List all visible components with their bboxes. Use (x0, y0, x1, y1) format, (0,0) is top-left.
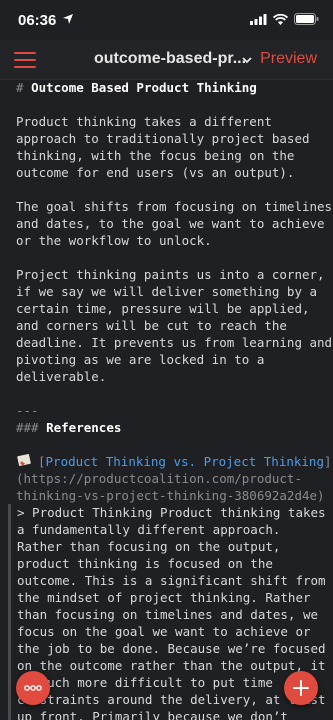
heading-mark: # (16, 80, 32, 95)
chevron-down-icon[interactable] (242, 56, 252, 64)
reference-url-line[interactable]: (https://productcoalition.com/product- (16, 470, 317, 487)
quote-line: the mindset of project thinking. Rather (17, 590, 311, 605)
more-dots-icon (24, 685, 42, 691)
paragraph-line: certain time, pressure will be applied, (16, 301, 310, 316)
paragraph-line: thinking, with the focus being on the (16, 148, 295, 163)
quote-line: Rather than focusing on the output, (17, 539, 281, 554)
paragraph-line: or the workflow to unlock. (16, 233, 212, 248)
link-bracket: [ (38, 454, 46, 469)
preview-button[interactable]: Preview (260, 50, 317, 68)
horizontal-rule: --- (16, 403, 39, 418)
reference-link[interactable]: Product Thinking vs. Project Thinking (46, 454, 324, 469)
hamburger-icon (14, 52, 36, 54)
status-icons (250, 13, 319, 25)
paragraph-line: The goal shifts from focusing on timelin… (16, 199, 333, 214)
quote-line: constraints around the delivery, at leas… (17, 692, 326, 707)
location-arrow-icon (63, 14, 73, 24)
paragraph-line: Product thinking takes a different (16, 114, 272, 129)
link-bracket: ] (323, 454, 332, 469)
quote-line: outcome. This is a significant shift fro… (17, 573, 326, 588)
status-bar: 06:36 (0, 0, 333, 40)
nav-bar: outcome-based-pr... Preview (0, 40, 333, 80)
paragraph-line: and dates, to the goal we want to achiev… (16, 216, 325, 231)
signal-icon (250, 13, 267, 25)
heading-3: ### References (16, 419, 317, 436)
heading-mark: ### (16, 420, 47, 435)
quote-line: is much more difficult to put time (17, 675, 273, 690)
paragraph-line: Project thinking paints us into a corner… (16, 267, 325, 282)
more-button[interactable] (16, 671, 50, 705)
heading-text: Outcome Based Product Thinking (31, 80, 257, 95)
bookmark-ribbon-icon (17, 454, 31, 466)
wifi-icon (273, 13, 288, 25)
plus-icon (293, 680, 309, 696)
quote-line: on the outcome rather than the output, i… (17, 658, 326, 673)
quote-line: > Product Thinking Product thinking take… (17, 505, 326, 520)
status-time: 06:36 (18, 12, 57, 29)
heading-text: References (46, 420, 122, 435)
quote-line: a fundamentally different approach. (17, 522, 281, 537)
quote-line: product thinking is focused on the (17, 556, 273, 571)
paragraph-line: deliverable. (16, 369, 107, 384)
battery-icon (294, 13, 319, 25)
paragraph-line: approach to traditionally project based (16, 131, 310, 146)
heading-1: # Outcome Based Product Thinking (16, 80, 317, 96)
blockquote: > Product Thinking Product thinking take… (8, 504, 326, 720)
paragraph-line: and corners will be cut to reach the (16, 318, 287, 333)
paragraph-line: deadline. It prevents us from learning a… (16, 335, 333, 350)
paragraph-line: outcome for end users (vs an output). (16, 165, 295, 180)
menu-button[interactable] (14, 52, 36, 68)
hamburger-line (14, 66, 36, 68)
quote-line: than focusing on timelines and dates, we (17, 607, 319, 622)
paragraph-line: if we say we will deliver something by a (16, 284, 318, 299)
quote-line: the job to be done. Because we’re focuse… (17, 641, 326, 656)
add-button[interactable] (284, 671, 318, 705)
hamburger-line (14, 59, 36, 61)
document-title[interactable]: outcome-based-pr... (94, 50, 246, 68)
quote-line: up front. Primarily because we don’t (17, 709, 288, 720)
reference-link-line: [Product Thinking vs. Project Thinking] (16, 453, 332, 470)
paragraph-line: pivoting as we are locked in to a (16, 352, 265, 367)
markdown-editor[interactable]: # Outcome Based Product Thinking Product… (0, 80, 333, 720)
reference-url-line[interactable]: thinking-vs-project-thinking-380692a2d4e… (16, 487, 325, 504)
quote-line: focus on the goal we want to achieve or (17, 624, 311, 639)
